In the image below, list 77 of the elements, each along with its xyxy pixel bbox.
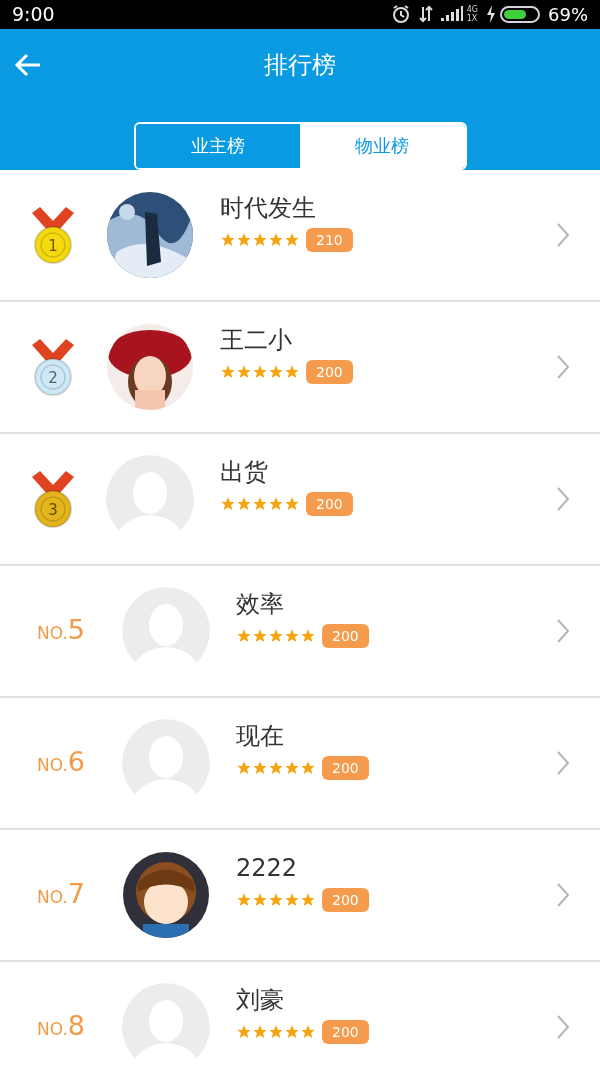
star-icon — [284, 891, 300, 908]
star-icon — [252, 231, 268, 248]
chevron-right-icon — [556, 881, 570, 908]
score-badge: 200 — [306, 491, 353, 516]
rank-number: 6 — [67, 745, 85, 780]
star-icon — [252, 363, 268, 380]
star-icon — [252, 495, 268, 512]
star-icon — [268, 759, 284, 776]
rank-prefix: NO. — [37, 754, 68, 778]
chevron-right-icon — [556, 1013, 570, 1040]
star-icon — [300, 891, 316, 908]
score-badge: 200 — [322, 623, 369, 648]
network-label: 1X — [466, 14, 478, 24]
user-name: 效率 — [236, 588, 285, 620]
star-icon — [236, 759, 252, 776]
score-badge: 200 — [306, 359, 353, 384]
chevron-right-icon — [556, 617, 570, 644]
star-icon — [284, 495, 300, 512]
star-icon — [268, 891, 284, 908]
star-icon — [252, 1023, 268, 1040]
network-label: 4G — [466, 5, 478, 15]
signal-icon — [440, 6, 463, 23]
user-name: 时代发生 — [220, 192, 317, 224]
battery-percent: 69% — [548, 2, 588, 27]
star-icon — [236, 231, 252, 248]
chevron-right-icon — [556, 353, 570, 380]
star-icon — [284, 1023, 300, 1040]
score-badge: 200 — [322, 1019, 369, 1044]
score-badge: 200 — [322, 755, 369, 780]
medal-number: 2 — [47, 367, 59, 389]
user-name: 2222 — [236, 852, 299, 884]
alarm-icon — [390, 4, 411, 25]
star-icon — [268, 495, 284, 512]
medal-number: 1 — [47, 235, 59, 257]
star-icon — [268, 627, 284, 644]
star-icon — [236, 627, 252, 644]
star-icon — [236, 363, 252, 380]
star-icon — [220, 231, 236, 248]
charging-icon — [486, 5, 496, 24]
star-icon — [268, 1023, 284, 1040]
star-icon — [236, 891, 252, 908]
user-name: 刘豪 — [236, 984, 285, 1016]
rank-number: 7 — [67, 877, 85, 912]
chevron-right-icon — [556, 485, 570, 512]
score-badge: 200 — [322, 887, 369, 912]
star-icon — [300, 1023, 316, 1040]
chevron-right-icon — [556, 221, 570, 248]
star-icon — [236, 495, 252, 512]
user-name: 王二小 — [220, 324, 293, 356]
star-icon — [268, 231, 284, 248]
rank-prefix: NO. — [37, 622, 68, 646]
rank-number: 5 — [67, 613, 85, 648]
data-arrows-icon — [418, 5, 433, 24]
star-icon — [252, 759, 268, 776]
star-icon — [268, 363, 284, 380]
medal-number: 3 — [47, 499, 59, 521]
user-name: 出货 — [220, 456, 269, 488]
star-icon — [284, 363, 300, 380]
score-badge: 210 — [306, 227, 353, 252]
star-icon — [220, 363, 236, 380]
star-icon — [284, 231, 300, 248]
star-icon — [220, 495, 236, 512]
user-name: 现在 — [236, 720, 285, 752]
star-icon — [300, 627, 316, 644]
rank-prefix: NO. — [37, 886, 68, 910]
star-icon — [300, 759, 316, 776]
chevron-right-icon — [556, 749, 570, 776]
star-icon — [236, 1023, 252, 1040]
rank-number: 8 — [67, 1009, 85, 1044]
rank-prefix: NO. — [37, 1018, 68, 1042]
star-icon — [284, 627, 300, 644]
star-icon — [252, 627, 268, 644]
page-title: 排行榜 — [264, 49, 336, 81]
star-icon — [252, 891, 268, 908]
battery-icon — [500, 5, 540, 23]
status-time: 9:00 — [12, 2, 55, 27]
star-icon — [284, 759, 300, 776]
